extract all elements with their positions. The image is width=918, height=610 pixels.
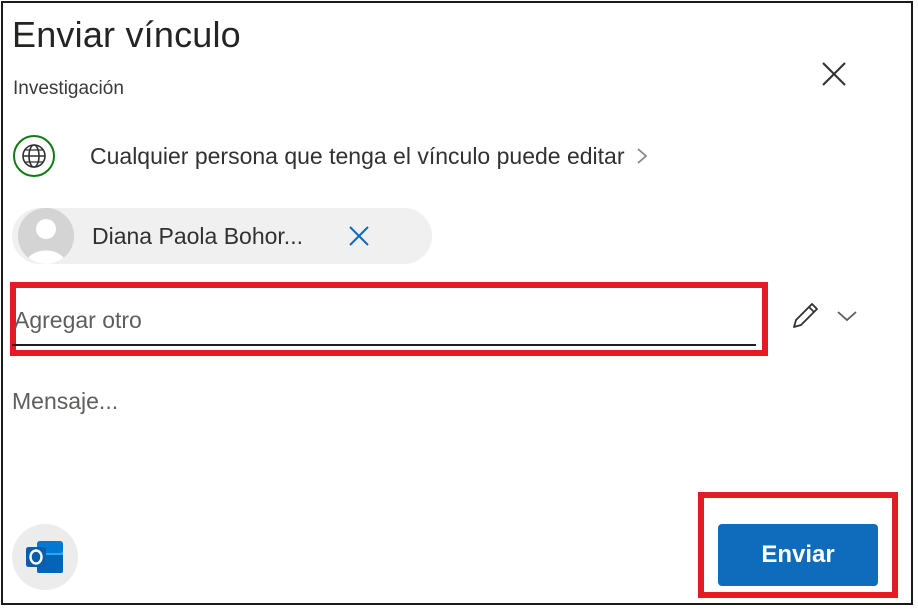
send-button[interactable]: Enviar	[718, 524, 878, 586]
recipient-name: Diana Paola Bohor...	[92, 222, 303, 249]
add-recipient-input[interactable]	[12, 298, 758, 342]
close-button[interactable]	[816, 56, 852, 92]
chevron-right-icon	[636, 148, 647, 164]
add-recipient-underline	[12, 344, 756, 346]
remove-recipient-icon[interactable]	[345, 222, 373, 250]
outlook-icon	[26, 541, 63, 573]
pencil-icon	[793, 303, 818, 328]
globe-icon	[12, 134, 56, 178]
permission-dropdown[interactable]	[788, 294, 868, 338]
dialog-title: Enviar vínculo	[12, 14, 241, 55]
link-permission-text: Cualquier persona que tenga el vínculo p…	[90, 142, 625, 169]
close-icon	[822, 62, 846, 86]
dialog-subtitle: Investigación	[13, 78, 124, 99]
message-input[interactable]	[12, 388, 772, 428]
person-avatar-icon	[18, 208, 74, 264]
link-settings-button[interactable]: Cualquier persona que tenga el vínculo p…	[12, 134, 772, 178]
outlook-button[interactable]	[12, 524, 78, 590]
chevron-down-icon	[837, 311, 857, 322]
recipient-chip: Diana Paola Bohor...	[12, 208, 432, 264]
